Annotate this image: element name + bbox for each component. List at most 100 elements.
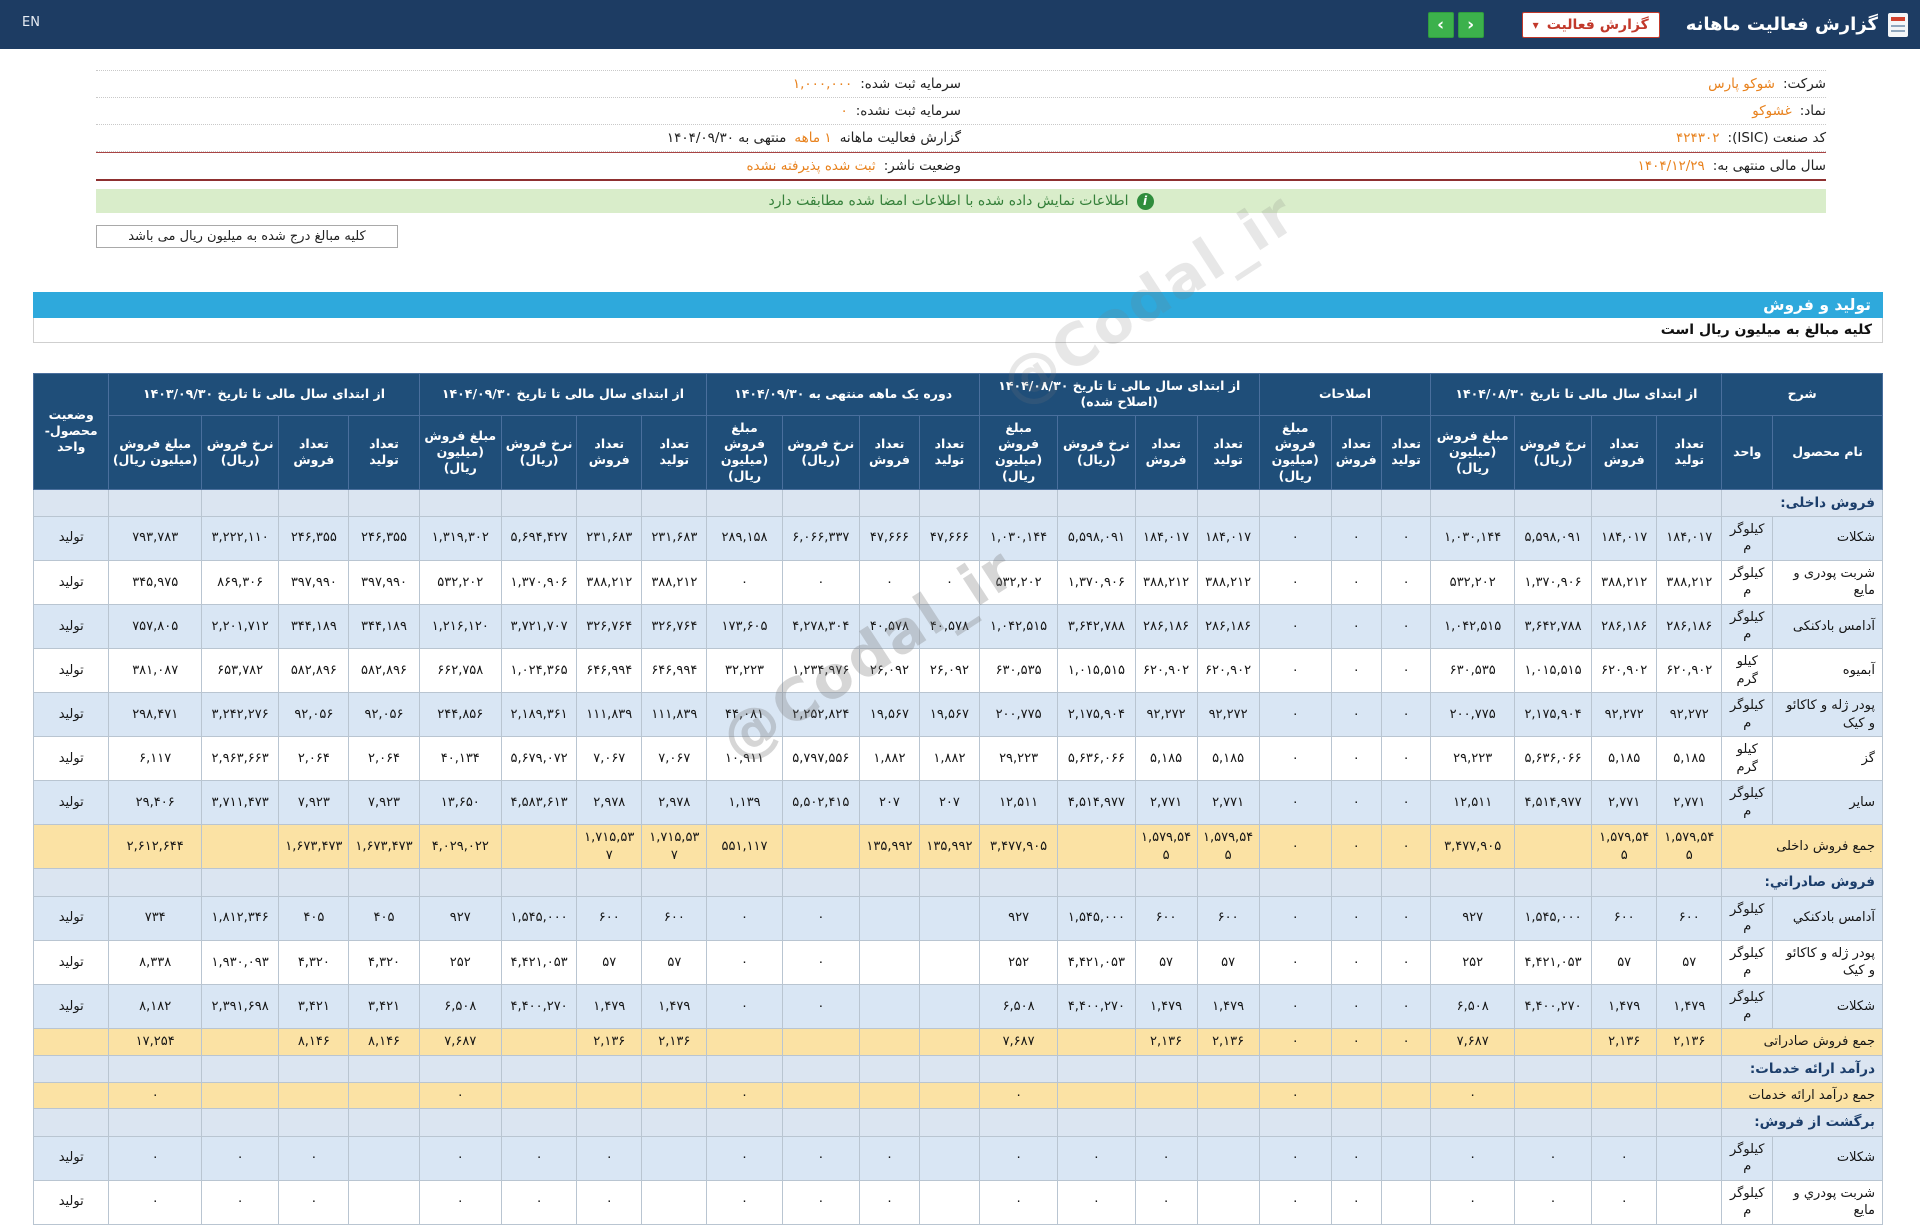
value-cell: ۳۲,۲۲۳ — [706, 647, 783, 694]
value-cell — [278, 868, 350, 897]
value-cell: ۲۵۲ — [1430, 939, 1515, 985]
column-header: تعداد تولید — [1196, 414, 1260, 490]
column-header: مبلغ فروش (میلیون ریال) — [706, 414, 783, 490]
value-cell — [1430, 868, 1515, 897]
next-report-button[interactable]: › — [1457, 11, 1484, 38]
column-header: تعداد فروش — [858, 414, 920, 490]
value-cell — [1330, 1081, 1382, 1110]
value-cell: ۱,۱۳۹ — [706, 780, 783, 826]
value-cell: ۳,۲۴۲,۲۷۶ — [200, 692, 280, 738]
value-cell: ۴,۴۰۰,۲۷۰ — [500, 983, 578, 1029]
value-cell: ۳۴۴,۱۸۹ — [278, 603, 350, 650]
value-cell — [418, 868, 502, 897]
value-cell: ۲۶,۰۹۲ — [918, 647, 980, 694]
value-cell: ۰ — [1380, 983, 1432, 1029]
info-value: ۱۴۰۴/۱۲/۲۹ — [1637, 158, 1705, 174]
value-cell — [108, 488, 202, 517]
value-cell — [348, 488, 420, 517]
value-cell: ۵۵۱,۱۱۷ — [706, 824, 783, 870]
value-cell: ۱۳۵,۹۹۲ — [918, 824, 980, 870]
value-cell — [576, 868, 643, 897]
info-label: نماد: — [1799, 103, 1826, 119]
value-cell: ۲,۶۱۲,۶۴۴ — [108, 824, 202, 870]
value-cell: ۵,۵۰۲,۴۱۵ — [781, 780, 860, 826]
value-cell: ۱۹,۵۶۷ — [858, 692, 920, 738]
value-cell: ۰ — [1258, 824, 1332, 870]
column-group-header: از ابتدای سال مالی تا تاریخ ۱۴۰۴/۰۹/۳۰ — [418, 373, 708, 416]
value-cell: ۰ — [576, 1135, 643, 1181]
column-header: مبلغ فروش (میلیون ریال) — [1430, 414, 1515, 490]
value-cell: ۶۰۰ — [1591, 895, 1658, 941]
value-cell — [348, 1135, 420, 1181]
status-cell — [32, 824, 110, 870]
value-cell: ۱,۸۱۲,۳۴۶ — [200, 895, 280, 941]
value-cell: ۰ — [1430, 1081, 1515, 1110]
production-sales-titlebar: تولید و فروش — [33, 292, 1883, 318]
value-cell: ۰ — [1513, 1179, 1593, 1225]
value-cell: ۵۷ — [1134, 939, 1198, 985]
value-cell: ۱۳,۶۵۰ — [418, 780, 502, 826]
value-cell — [706, 868, 783, 897]
value-cell: ۱,۴۷۹ — [1196, 983, 1260, 1029]
status-cell: تولید — [32, 939, 110, 985]
value-cell — [1591, 1054, 1658, 1083]
value-cell: ۷۳۴ — [108, 895, 202, 941]
value-cell: ۰ — [1330, 1027, 1382, 1056]
value-cell: ۶۴۶,۹۹۴ — [641, 647, 708, 694]
value-cell: ۴۰,۵۷۸ — [858, 603, 920, 650]
section-row: فروش صادراتي: — [32, 868, 1883, 897]
value-cell — [858, 1108, 920, 1137]
value-cell — [1258, 488, 1332, 517]
column-header: نرخ فروش (ریال) — [200, 414, 280, 490]
value-cell: ۵۸۲,۸۹۶ — [348, 647, 420, 694]
value-cell: ۴,۴۰۰,۲۷۰ — [1057, 983, 1136, 1029]
previous-report-button[interactable]: ‹ — [1427, 11, 1454, 38]
signed-match-text: اطلاعات نمایش داده شده با اطلاعات امضا ش… — [768, 193, 1129, 209]
status-cell: تولید — [32, 515, 110, 561]
value-cell — [1134, 868, 1198, 897]
report-type-dropdown[interactable]: گزارش فعالیت — [1521, 11, 1660, 38]
value-cell: ۰ — [978, 1081, 1059, 1110]
total-row: جمع فروش صادراتی ۲,۱۳۶ ۲,۱۳۶ ۷,۶۸۷ ۰ ۰ ۰ ۲,۱۳۶ ۲… — [32, 1027, 1883, 1056]
value-cell: ۰ — [781, 559, 860, 605]
value-cell — [108, 1054, 202, 1083]
info-value: غشوکو — [1752, 103, 1792, 119]
info-field-left: سرمایه ثبت نشده: ۰ — [96, 101, 961, 121]
value-cell: ۴,۵۸۳,۶۱۳ — [500, 780, 578, 826]
product-name-cell: برگشت از فروش: — [1721, 1108, 1883, 1137]
value-cell: ۴,۲۷۸,۳۰۴ — [781, 603, 860, 650]
info-label: وضعیت ناشر: — [883, 158, 961, 174]
value-cell: ۰ — [1380, 736, 1432, 782]
section-row: درآمد ارائه خدمات: — [32, 1054, 1883, 1083]
value-cell: ۲,۹۷۸ — [641, 780, 708, 826]
value-cell — [500, 1027, 578, 1056]
language-toggle[interactable]: EN — [22, 15, 40, 30]
value-cell — [1656, 1108, 1723, 1137]
value-cell: ۲,۱۳۶ — [1134, 1027, 1198, 1056]
info-value: ۱ ماهه — [794, 130, 832, 146]
info-value[interactable]: شوکو پارس — [1708, 74, 1775, 94]
value-cell — [1380, 1108, 1432, 1137]
value-cell: ۴,۳۲۰ — [348, 939, 420, 985]
company-info-panel: شرکت: شوکو پارس سرمایه ثبت شده: ۱,۰۰۰,۰۰۰ نم… — [96, 70, 1826, 181]
value-cell — [1430, 1054, 1515, 1083]
value-cell — [1513, 1081, 1593, 1110]
value-cell: ۲۳۱,۶۸۳ — [641, 515, 708, 561]
value-cell: ۲,۱۸۹,۳۶۱ — [500, 692, 578, 738]
value-cell: ۰ — [1513, 1135, 1593, 1181]
value-cell: ۲,۱۳۶ — [1196, 1027, 1260, 1056]
value-cell — [1513, 1054, 1593, 1083]
value-cell — [1330, 868, 1382, 897]
value-cell — [500, 1108, 578, 1137]
product-name-cell: فروش داخلی: — [1721, 488, 1883, 517]
value-cell: ۹۲,۰۵۶ — [278, 692, 350, 738]
value-cell — [108, 1108, 202, 1137]
value-cell: ۱,۳۷۰,۹۰۶ — [1513, 559, 1593, 605]
value-cell: ۰ — [1330, 515, 1382, 561]
value-cell — [576, 1081, 643, 1110]
value-cell: ۰ — [781, 1179, 860, 1225]
section-row: برگشت از فروش: — [32, 1108, 1883, 1137]
info-value: ثبت شده پذیرفته نشده — [746, 158, 876, 174]
value-cell — [348, 1081, 420, 1110]
value-cell — [200, 1108, 280, 1137]
